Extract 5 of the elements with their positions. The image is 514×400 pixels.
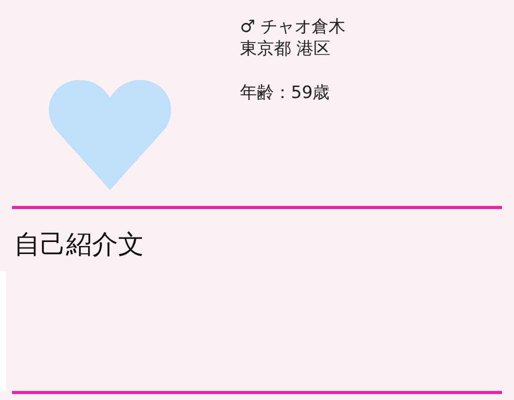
age-text: 年齢：59歳: [240, 82, 331, 104]
location-text: 東京都 港区: [240, 38, 332, 60]
heart-icon: [48, 78, 172, 190]
user-name: ♂ チャオ倉木: [240, 16, 346, 38]
section-heading: 自己紹介文: [14, 229, 144, 262]
